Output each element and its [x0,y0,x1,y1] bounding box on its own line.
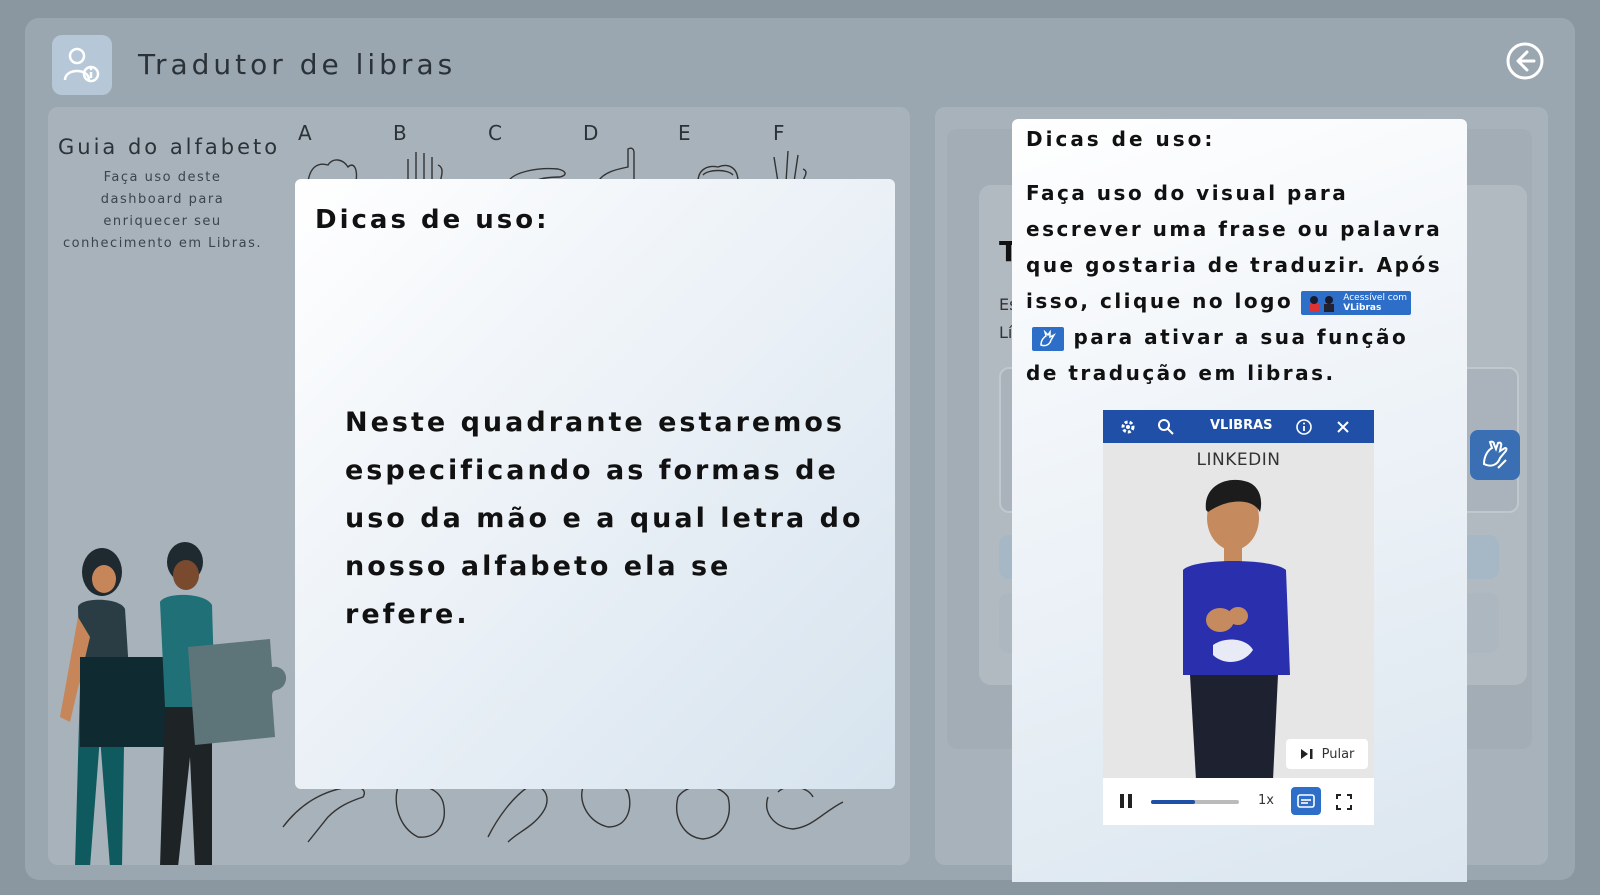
logo-text-line2: VLibras [1343,302,1382,313]
vlibras-brand: VLIBRAS [1210,418,1273,433]
letter-e: E [678,121,691,145]
hand-sign-sketches-top [307,147,807,182]
vlibras-inline-hand [1032,326,1064,351]
vlibras-widget-header: VLIBRAS [1103,410,1374,443]
playback-progress[interactable] [1151,800,1239,804]
letter-a: A [298,121,312,145]
modal-title: Dicas de uso: [315,205,550,235]
vlibras-playback-controls: 1x [1103,778,1374,825]
tips-modal-alphabet: Dicas de uso: Neste quadrante estaremos … [295,179,895,789]
letter-b: B [393,121,407,145]
app-logo [52,35,112,95]
page-title: Tradutor de libras [138,48,457,81]
modal-body: Neste quadrante estaremos especificando … [345,407,864,630]
hand-icon [1040,329,1056,346]
letter-d: D [583,121,599,145]
letter-c: C [488,121,502,145]
tips-text-after-logo: para ativar a sua função de tradução em … [1026,325,1409,385]
people-info-icon [63,47,100,83]
subtitles-button[interactable] [1291,787,1321,815]
vlibras-inline-logo-text: Acessível com VLibras [1343,293,1407,313]
people-avatars-icon [1309,295,1335,312]
close-icon[interactable] [1334,418,1352,436]
vlibras-avatar [1183,479,1290,780]
skip-button[interactable]: Pular [1286,739,1368,769]
tips-title: Dicas de uso: [1026,127,1216,151]
vlibras-widget: VLIBRAS LINKEDIN Pular 1x [1103,410,1374,825]
info-icon[interactable] [1295,418,1313,436]
hands-sign-icon [1482,440,1508,469]
search-icon[interactable] [1157,418,1175,436]
vlibras-current-word: LINKEDIN [1196,450,1281,470]
tips-body: Faça uso do visual para escrever uma fra… [1026,175,1446,391]
back-button[interactable] [1504,40,1546,82]
logo-text-line1: Acessível com [1343,292,1408,303]
playback-progress-fill [1151,800,1195,804]
speed-control[interactable]: 1x [1258,793,1274,808]
vlibras-inline-logo: Acessível com VLibras [1301,290,1412,315]
skip-label: Pular [1321,746,1355,762]
arrow-left-circle-icon [1506,42,1544,80]
letter-f: F [773,121,785,145]
guide-title: Guia do alfabeto [58,135,281,159]
subtitles-icon [1297,794,1315,808]
fullscreen-icon[interactable] [1335,793,1353,811]
tips-modal-translator: Dicas de uso: Faça uso do visual para es… [1012,119,1467,882]
skip-icon [1300,749,1313,759]
gear-icon[interactable] [1119,418,1137,436]
pause-icon[interactable] [1119,793,1133,809]
people-puzzle-illustration [60,542,287,865]
guide-description: Faça uso deste dashboard para enriquecer… [62,170,263,251]
vlibras-access-button[interactable] [1470,430,1520,480]
